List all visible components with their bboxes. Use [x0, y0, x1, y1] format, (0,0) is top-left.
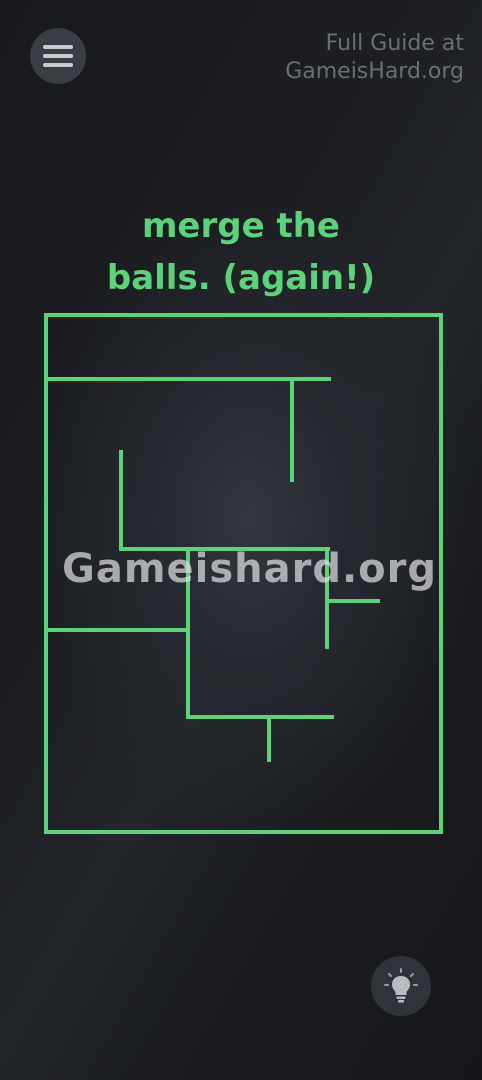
watermark: Gameishard.org [62, 546, 438, 592]
maze [44, 313, 443, 834]
lightbulb-icon [384, 968, 418, 1003]
hint-button[interactable] [371, 956, 431, 1016]
